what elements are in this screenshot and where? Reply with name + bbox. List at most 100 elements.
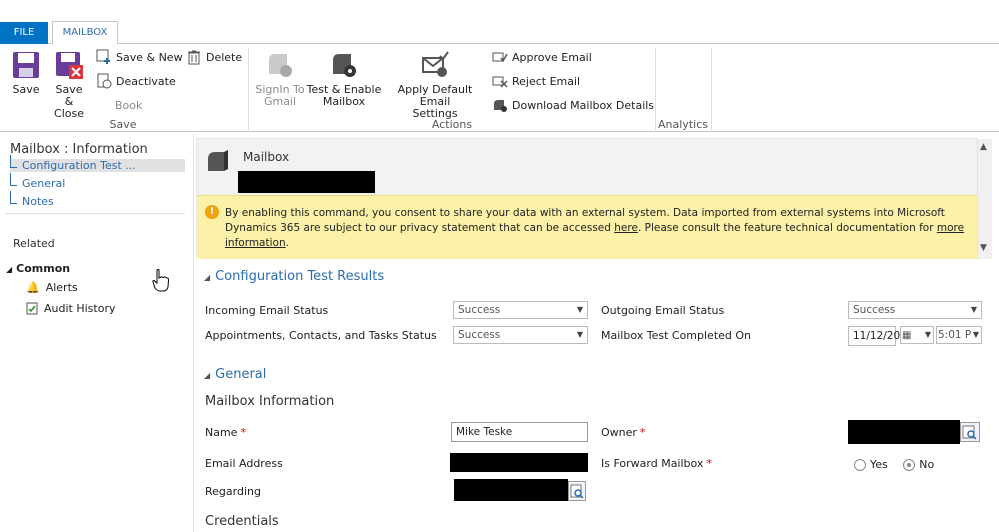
forward-no-radio[interactable]: No <box>903 458 934 471</box>
actions-group-label: Actions <box>431 118 473 131</box>
apply-default-email-settings-button[interactable]: Apply Default Email Settings <box>384 50 486 120</box>
ribbon-tab-bar: FILE MAILBOX <box>0 0 999 45</box>
save-new-icon <box>96 49 110 64</box>
nav-divider <box>5 213 185 214</box>
header-scrollbar[interactable]: ▲ ▼ <box>977 139 992 259</box>
left-navigation: Mailbox : Information Configuration Test… <box>0 133 194 532</box>
radio-button-selected-icon <box>903 458 916 471</box>
save-new-button[interactable]: Save & New <box>96 48 183 66</box>
regarding-lookup-button[interactable] <box>568 481 586 501</box>
chevron-down-icon: ▼ <box>576 330 583 339</box>
tab-file[interactable]: FILE <box>0 22 48 44</box>
completed-time-value: 5:01 P <box>938 329 972 341</box>
owner-lookup-button[interactable] <box>960 422 980 442</box>
notice-text-part: . Please consult the feature technical d… <box>637 222 937 234</box>
download-mailbox-details-button[interactable]: Download Mailbox Details <box>492 96 654 114</box>
section-config-test-results[interactable]: ◢ Configuration Test Results <box>204 269 384 284</box>
name-label: Name * <box>205 426 246 439</box>
radio-button-icon <box>854 458 866 471</box>
test-enable-mailbox-button[interactable]: Test & Enable Mailbox <box>306 50 382 108</box>
save-close-button[interactable]: Save & Close <box>50 50 88 120</box>
save-button[interactable]: Save <box>10 50 42 96</box>
signin-gmail-button[interactable]: SignIn To Gmail <box>254 50 306 108</box>
redacted-email-address[interactable] <box>450 453 588 472</box>
forward-yes-radio[interactable]: Yes <box>854 458 888 471</box>
owner-label-text: Owner <box>601 426 637 439</box>
notice-text-part: . <box>285 237 289 249</box>
name-label-text: Name <box>205 426 238 439</box>
bell-icon: 🔔 <box>26 281 40 294</box>
save-group-label: Save <box>109 118 137 131</box>
forward-label-text: Is Forward Mailbox <box>601 457 704 470</box>
nav-item-notes[interactable]: Notes <box>10 191 54 208</box>
name-input[interactable]: Mike Teske <box>451 422 588 442</box>
related-item-alerts[interactable]: 🔔 Alerts <box>26 281 78 294</box>
download-mailbox-label: Download Mailbox Details <box>512 98 655 112</box>
is-forward-mailbox-label: Is Forward Mailbox * <box>601 457 712 470</box>
nav-item-configuration-test[interactable]: Configuration Test ... <box>10 155 185 172</box>
entity-type-label: Mailbox <box>243 150 290 164</box>
book-button[interactable]: Book <box>115 96 142 114</box>
redacted-record-name <box>238 171 375 193</box>
nav-item-general[interactable]: General <box>10 173 65 190</box>
approve-email-label: Approve Email <box>512 50 592 64</box>
outgoing-email-status-label: Outgoing Email Status <box>601 304 725 317</box>
mailbox-gmail-icon <box>269 54 292 77</box>
appointments-status-select[interactable]: Success ▼ <box>453 326 588 344</box>
lookup-icon <box>962 425 977 440</box>
save-close-icon <box>56 52 83 79</box>
hand-cursor-icon <box>152 269 170 292</box>
scroll-down-icon[interactable]: ▼ <box>980 243 987 253</box>
reject-email-icon <box>492 76 508 88</box>
date-picker-button[interactable]: ▦ ▼ <box>900 326 934 344</box>
mailbox-gear-icon <box>333 54 356 77</box>
common-group-toggle[interactable]: ◢ Common <box>6 262 70 275</box>
ribbon: Save Save & Close Save & New Delete Deac… <box>0 44 999 132</box>
apply-default-label-1: Apply Default Email <box>397 83 473 108</box>
redacted-regarding-lookup[interactable] <box>454 479 568 501</box>
form-title: Mailbox : Information <box>10 142 148 157</box>
collapse-triangle-icon: ◢ <box>204 371 211 380</box>
collapse-triangle-icon: ◢ <box>6 265 13 274</box>
save-label: Save <box>12 83 40 96</box>
reject-email-button[interactable]: Reject Email <box>492 72 580 90</box>
audit-history-label: Audit History <box>44 302 116 315</box>
section-general[interactable]: ◢ General <box>204 367 266 382</box>
alerts-label: Alerts <box>45 281 78 294</box>
approve-email-button[interactable]: Approve Email <box>492 48 592 66</box>
ribbon-divider <box>248 48 249 130</box>
email-settings-icon <box>422 51 449 77</box>
credentials-heading: Credentials <box>205 514 279 529</box>
appointments-status-label: Appointments, Contacts, and Tasks Status <box>205 329 437 342</box>
test-completed-time-select[interactable]: 5:01 P ▼ <box>936 326 982 344</box>
notification-text: By enabling this command, you consent to… <box>225 206 970 251</box>
test-completed-label: Mailbox Test Completed On <box>601 329 752 342</box>
chevron-down-icon: ▼ <box>972 330 979 339</box>
signin-label-2: Gmail <box>263 95 297 108</box>
regarding-label: Regarding <box>205 485 261 498</box>
chevron-down-icon: ▼ <box>576 305 583 314</box>
warning-icon: ! <box>205 205 219 219</box>
tab-mailbox[interactable]: MAILBOX <box>52 21 118 45</box>
save-close-label-1: Save & <box>55 83 83 108</box>
redacted-owner-lookup[interactable] <box>848 420 960 444</box>
related-item-audit-history[interactable]: Audit History <box>26 302 115 315</box>
scroll-up-icon[interactable]: ▲ <box>980 142 987 152</box>
approve-email-icon <box>492 52 508 63</box>
incoming-email-status-select[interactable]: Success ▼ <box>453 301 588 319</box>
outgoing-email-status-select[interactable]: Success ▼ <box>848 301 982 319</box>
form-content: Mailbox ! By enabling this command, you … <box>196 138 992 532</box>
general-section-title: General <box>215 367 267 382</box>
required-marker: * <box>240 426 246 439</box>
consent-notification: ! By enabling this command, you consent … <box>197 195 979 259</box>
collapse-triangle-icon: ◢ <box>204 273 211 282</box>
deactivate-button[interactable]: Deactivate <box>96 72 176 90</box>
yes-label: Yes <box>870 458 888 471</box>
deactivate-icon <box>97 73 112 89</box>
test-completed-date-input[interactable]: 11/12/20 <box>848 326 900 346</box>
config-section-title: Configuration Test Results <box>215 269 385 284</box>
appointments-status-value: Success <box>458 329 501 341</box>
chevron-down-icon: ▼ <box>924 330 931 339</box>
delete-button[interactable]: Delete <box>186 48 242 66</box>
privacy-here-link[interactable]: here <box>614 222 638 234</box>
